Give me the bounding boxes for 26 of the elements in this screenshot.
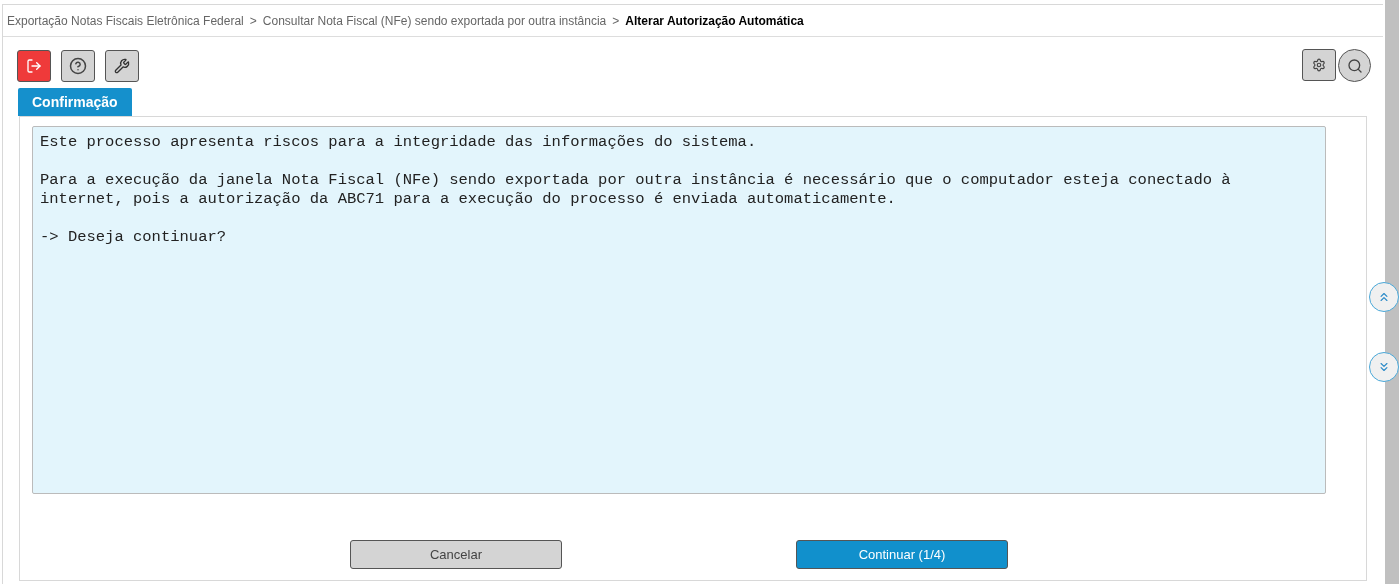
breadcrumb-separator: > xyxy=(249,12,257,30)
double-chevron-down-icon xyxy=(1377,360,1391,374)
breadcrumb-item: Alterar Autorização Automática xyxy=(625,12,804,30)
settings-button[interactable] xyxy=(1302,49,1336,81)
message-paragraph: Este processo apresenta riscos para a integridade das informações do sistema. xyxy=(40,133,757,152)
scrollbar[interactable] xyxy=(1385,0,1399,584)
help-button[interactable] xyxy=(61,49,95,82)
message-paragraph: -> Deseja continuar? xyxy=(40,228,227,247)
breadcrumb-item[interactable]: Consultar Nota Fiscal (NFe) sendo exportada por outra instância xyxy=(262,11,607,30)
scroll-up-button[interactable] xyxy=(1369,282,1399,312)
exit-button[interactable] xyxy=(17,49,51,82)
tab[interactable]: Confirmação xyxy=(18,88,132,116)
scroll-down-button[interactable] xyxy=(1369,352,1399,382)
breadcrumb-separator: > xyxy=(612,12,620,30)
settings-icon xyxy=(1312,58,1326,72)
search-button[interactable] xyxy=(1338,49,1371,82)
continue-button[interactable]: Continuar (1/4) xyxy=(796,540,1008,569)
breadcrumb-item[interactable]: Exportação Notas Fiscais Eletrônica Federal xyxy=(7,11,244,30)
message-paragraph: Para a execução da janela Nota Fiscal (NFe) sendo exportada por outra instância é necessário que o computador esteja conectado à internet, pois a autorização da ABC71 para a execução do processo é enviada automaticamente. xyxy=(40,171,1231,209)
wrench-button[interactable] xyxy=(105,49,139,82)
double-chevron-up-icon xyxy=(1377,290,1391,304)
wrench-icon xyxy=(114,57,130,74)
search-icon xyxy=(1346,57,1363,74)
cancel-button[interactable]: Cancelar xyxy=(350,540,562,569)
exit-icon xyxy=(26,57,42,74)
help-icon xyxy=(69,56,87,75)
